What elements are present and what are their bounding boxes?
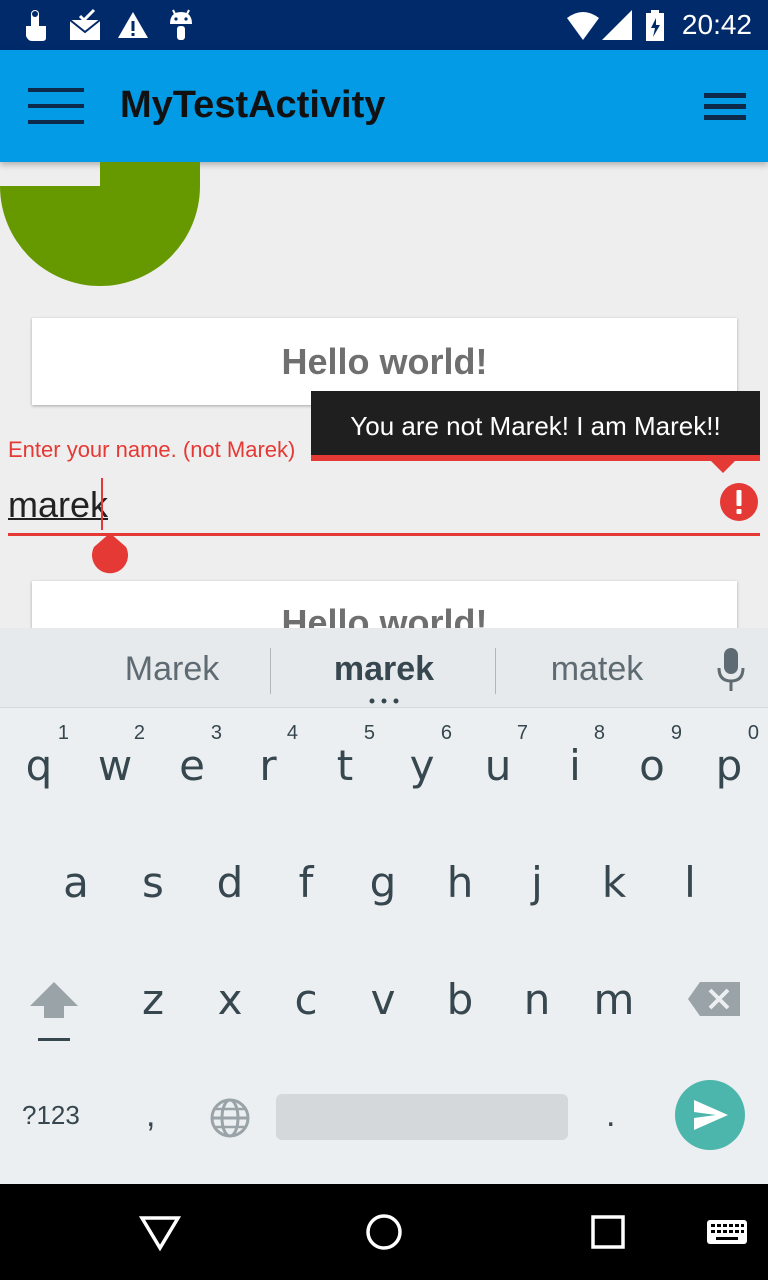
key-letter: h	[446, 858, 474, 907]
shift-key-icon[interactable]	[24, 978, 84, 1044]
key-z[interactable]: z	[115, 628, 191, 1024]
key-letter: z	[141, 975, 165, 1024]
key-c[interactable]: c	[268, 628, 344, 1024]
home-icon[interactable]	[363, 1212, 405, 1252]
comma-key[interactable]: ,	[146, 1096, 155, 1135]
clock: 20:42	[681, 9, 752, 40]
touch-icon	[26, 10, 46, 41]
error-alert-icon	[720, 483, 758, 521]
app-bar: MyTestActivity	[0, 50, 768, 162]
backspace-icon[interactable]	[686, 980, 742, 1018]
recents-icon[interactable]	[587, 1212, 629, 1252]
error-tooltip-bar	[311, 455, 760, 461]
name-input-value: marek	[8, 484, 109, 525]
key-letter: v	[370, 975, 396, 1024]
key-letter: q	[25, 741, 53, 790]
tooltip-arrow	[711, 461, 735, 473]
error-message: You are not Marek! I am Marek!!	[350, 411, 721, 441]
overflow-menu-icon[interactable]	[704, 93, 746, 123]
key-letter: u	[484, 741, 512, 790]
key-l[interactable]: l	[652, 628, 728, 907]
symbols-key[interactable]: ?123	[22, 1100, 80, 1131]
name-field-label: Enter your name. (not Marek)	[8, 437, 296, 462]
send-arrow-icon	[694, 1100, 728, 1130]
key-letter: m	[593, 975, 635, 1024]
key-letter: w	[97, 741, 133, 790]
key-letter: t	[336, 741, 354, 790]
app-title: MyTestActivity	[120, 84, 386, 126]
signal-icon	[602, 10, 632, 40]
keyboard-switch-icon[interactable]	[706, 1212, 748, 1252]
key-x[interactable]: x	[192, 628, 268, 1024]
key-v[interactable]: v	[345, 628, 421, 1024]
error-tooltip: You are not Marek! I am Marek!!	[311, 391, 760, 461]
text-cursor	[101, 478, 103, 530]
key-letter: l	[684, 858, 696, 907]
key-letter: b	[446, 975, 474, 1024]
battery-icon	[646, 10, 664, 41]
key-letter: x	[217, 975, 243, 1024]
name-input[interactable]: marek	[8, 480, 760, 536]
wifi-icon	[567, 12, 599, 40]
key-letter: d	[216, 858, 244, 907]
key-letter: k	[601, 858, 627, 907]
mail-check-icon	[69, 8, 101, 40]
status-bar: 20:42	[0, 0, 768, 50]
key-m[interactable]: m	[576, 628, 652, 1024]
key-letter: a	[63, 858, 89, 907]
warning-triangle-icon	[118, 12, 148, 38]
globe-icon[interactable]	[210, 1098, 250, 1138]
android-debug-icon	[170, 9, 192, 40]
key-letter: y	[409, 741, 435, 790]
key-letter: j	[531, 858, 543, 907]
key-letter: e	[179, 741, 205, 790]
send-key[interactable]	[675, 1080, 745, 1150]
key-letter: p	[715, 741, 743, 790]
soft-keyboard: Marek marek matek 1q 2w 3e 4r 5t 6y 7u 8…	[0, 628, 768, 1184]
green-pie-shape	[0, 162, 200, 286]
key-letter: g	[369, 858, 397, 907]
key-letter: n	[523, 975, 551, 1024]
key-a[interactable]: a	[38, 628, 114, 907]
cursor-handle[interactable]	[90, 533, 130, 575]
key-n[interactable]: n	[499, 628, 575, 1024]
key-b[interactable]: b	[422, 628, 498, 1024]
navigation-bar	[0, 1184, 768, 1280]
key-letter: f	[298, 858, 314, 907]
key-letter: c	[294, 975, 318, 1024]
space-bar[interactable]	[276, 1094, 568, 1140]
key-letter: r	[259, 741, 277, 790]
back-icon[interactable]	[139, 1212, 181, 1252]
key-letter: s	[142, 858, 164, 907]
key-letter: o	[639, 741, 665, 790]
period-key[interactable]: .	[606, 1096, 615, 1135]
hamburger-menu-icon[interactable]	[28, 88, 84, 124]
key-letter: i	[569, 741, 581, 790]
